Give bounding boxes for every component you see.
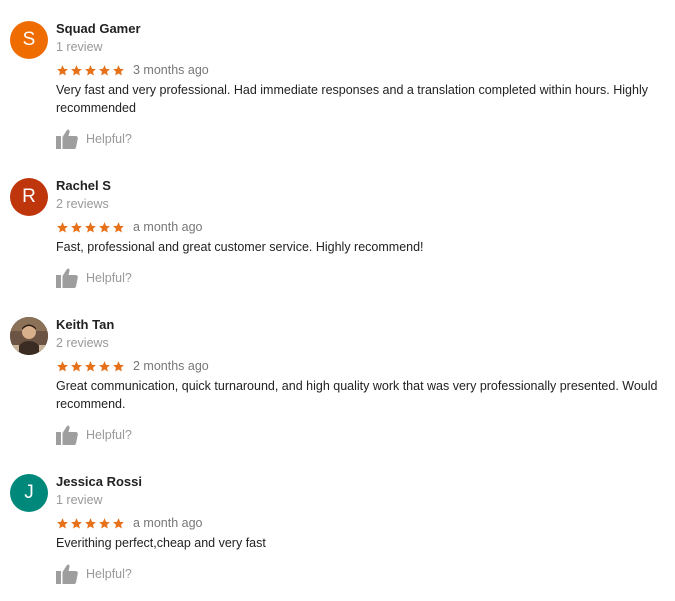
reviewer-review-count: 2 reviews xyxy=(56,197,109,211)
star-icon xyxy=(71,221,82,233)
star-icon xyxy=(57,221,68,233)
reviewer-name[interactable]: Keith Tan xyxy=(56,317,114,333)
reviewer-review-count: 2 reviews xyxy=(56,336,109,350)
avatar[interactable] xyxy=(10,317,48,355)
review-time: a month ago xyxy=(133,220,203,234)
review-time: 3 months ago xyxy=(133,63,209,77)
avatar[interactable]: R xyxy=(10,178,48,216)
review-text: Very fast and very professional. Had imm… xyxy=(56,83,648,115)
star-icon xyxy=(57,64,68,76)
rating-row: 2 months ago xyxy=(56,358,209,374)
star-icon xyxy=(71,517,82,529)
reviewer-name[interactable]: Jessica Rossi xyxy=(56,474,142,490)
rating-row: a month ago xyxy=(56,515,203,531)
reviewer-name[interactable]: Squad Gamer xyxy=(56,21,141,37)
star-icon xyxy=(85,64,96,76)
star-icon xyxy=(85,221,96,233)
review-time: 2 months ago xyxy=(133,359,209,373)
reviewer-review-count: 1 review xyxy=(56,493,103,507)
helpful-button[interactable]: Helpful? xyxy=(56,128,132,150)
star-icon xyxy=(99,64,110,76)
star-icon xyxy=(113,517,124,529)
star-rating xyxy=(56,64,125,77)
review-time: a month ago xyxy=(133,516,203,530)
profile-photo xyxy=(10,317,48,355)
star-icon xyxy=(71,64,82,76)
star-icon xyxy=(57,517,68,529)
star-icon xyxy=(85,360,96,372)
helpful-label: Helpful? xyxy=(86,428,132,442)
avatar[interactable]: J xyxy=(10,474,48,512)
avatar[interactable]: S xyxy=(10,21,48,59)
star-rating xyxy=(56,360,125,373)
review-text: Everithing perfect,cheap and very fast xyxy=(56,536,266,550)
thumbs-up-icon xyxy=(56,268,78,288)
helpful-label: Helpful? xyxy=(86,132,132,146)
star-icon xyxy=(113,221,124,233)
review-text: Great communication, quick turnaround, a… xyxy=(56,379,658,411)
star-icon xyxy=(113,360,124,372)
thumbs-up-icon xyxy=(56,425,78,445)
helpful-button[interactable]: Helpful? xyxy=(56,424,132,446)
star-icon xyxy=(85,517,96,529)
star-icon xyxy=(99,360,110,372)
helpful-button[interactable]: Helpful? xyxy=(56,563,132,585)
rating-row: 3 months ago xyxy=(56,62,209,78)
reviewer-name[interactable]: Rachel S xyxy=(56,178,111,194)
helpful-label: Helpful? xyxy=(86,567,132,581)
star-icon xyxy=(99,517,110,529)
helpful-label: Helpful? xyxy=(86,271,132,285)
thumbs-up-icon xyxy=(56,564,78,584)
star-rating xyxy=(56,221,125,234)
rating-row: a month ago xyxy=(56,219,203,235)
review-text: Fast, professional and great customer se… xyxy=(56,240,424,254)
star-rating xyxy=(56,517,125,530)
reviewer-review-count: 1 review xyxy=(56,40,103,54)
star-icon xyxy=(99,221,110,233)
star-icon xyxy=(71,360,82,372)
star-icon xyxy=(57,360,68,372)
thumbs-up-icon xyxy=(56,129,78,149)
helpful-button[interactable]: Helpful? xyxy=(56,267,132,289)
star-icon xyxy=(113,64,124,76)
